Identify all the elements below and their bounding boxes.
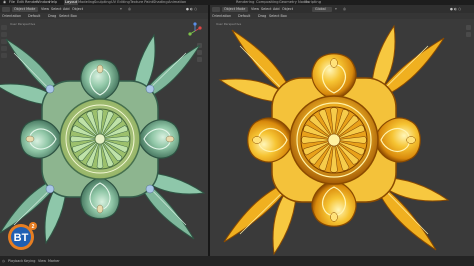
timeline-bar: ◷ Playback Keying View Marker [0,256,474,266]
menu-view[interactable]: View [251,5,259,13]
menu-object[interactable]: Object [72,5,83,13]
timeline-keying[interactable]: Keying [24,256,35,266]
snap-icon[interactable]: ⌖ [120,5,122,13]
menu-view[interactable]: View [41,5,49,13]
pan-icon[interactable] [466,32,471,37]
gold-ornament [219,25,449,255]
right-3d-viewport[interactable]: User Perspective [210,19,474,256]
timeline-view[interactable]: View [38,256,46,266]
snap-icon[interactable]: ⌖ [335,5,337,13]
bt-logo: BT 2 [8,222,37,250]
timeline-editor-icon[interactable]: ◷ [2,256,5,266]
menu-select[interactable]: Select [261,5,271,13]
proportional-icon[interactable]: ◎ [128,5,131,13]
zoom-icon[interactable] [466,25,471,30]
view-overlay-label: User Perspective [10,22,36,26]
left-viewport-header: Object Mode View Select Add Object ⌖ ◎ ●… [0,5,208,13]
proportional-icon[interactable]: ◎ [343,5,346,13]
shading-icons[interactable]: ● ◐ ○ [186,5,197,13]
menu-object[interactable]: Object [282,5,293,13]
mode-label: Object Mode [224,7,246,11]
right-viewport-header: Object Mode View Select Add Object Globa… [210,5,474,13]
editor-type-button[interactable] [212,6,220,12]
shading-icons[interactable]: ● ◐ ○ [450,5,461,13]
menu-add[interactable]: Add [273,5,280,13]
timeline-marker[interactable]: Marker [48,256,60,266]
view-overlay-label: User Perspective [216,22,242,26]
logo-badge: 2 [32,224,35,230]
logo-text: BT [14,232,29,244]
mode-label: Object Mode [14,7,36,11]
menu-add[interactable]: Add [63,5,70,13]
editor-type-button[interactable] [2,6,10,12]
timeline-playback[interactable]: Playback [8,256,23,266]
global-label: Global [315,7,326,11]
menu-select[interactable]: Select [51,5,61,13]
